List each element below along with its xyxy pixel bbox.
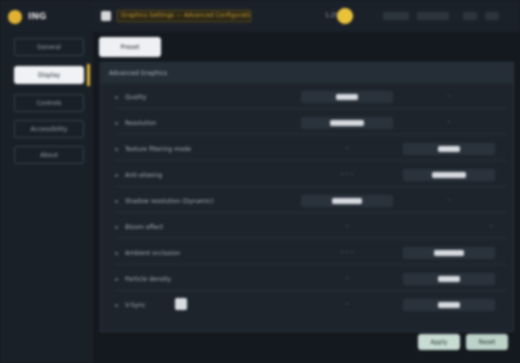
bullet-icon [115,304,118,307]
dash-placeholder: - [489,222,493,230]
settings-row: Shadow resolution (Dynamic) - [115,191,507,213]
settings-row: Anti-aliasing - - - [115,165,507,187]
value-selector[interactable] [403,247,495,259]
dash-placeholder: - [345,222,349,230]
reset-button[interactable]: Reset [466,334,508,350]
settings-row: Bloom effect - - [115,217,507,239]
close-button[interactable] [485,12,499,20]
value-selector[interactable] [301,91,393,103]
dash-placeholder: - [447,92,451,100]
settings-icon [101,11,111,21]
sidebar-item-about[interactable]: About [14,146,84,164]
page-title: Graphics Settings — Advanced Configurati… [101,9,251,23]
bullet-icon [115,96,118,99]
dash-placeholder: - - - [340,248,354,256]
panel-header: Advanced Graphics [101,63,513,83]
profile-button[interactable] [417,12,449,20]
toggle-checkbox[interactable] [175,298,187,310]
dash-placeholder: - [345,300,349,308]
app-logo: ING [8,9,66,25]
logo-text: ING [28,12,47,22]
row-label: Shadow resolution (Dynamic) [125,198,214,205]
title-text: Graphics Settings — Advanced Configurati… [117,10,251,22]
bullet-icon [115,252,118,255]
row-label: Ambient occlusion [125,250,181,257]
dash-placeholder: - [345,144,349,152]
help-button[interactable] [383,12,409,20]
bullet-icon [115,278,118,281]
bullet-icon [115,122,118,125]
row-label: Particle density [125,276,172,283]
settings-row: Texture filtering mode - [115,139,507,161]
dash-placeholder: - [345,274,349,282]
coin-icon [337,8,353,24]
minimize-button[interactable] [463,12,477,20]
sidebar-item-accessibility[interactable]: Accessibility [14,120,84,138]
logo-mark-icon [8,10,22,24]
value-selector[interactable] [301,117,393,129]
settings-row: Ambient occlusion - - - [115,243,507,265]
value-selector[interactable] [403,169,495,181]
settings-row: Particle density - [115,269,507,291]
dash-placeholder: - - - [340,170,354,178]
top-bar: Graphics Settings — Advanced Configurati… [93,0,520,32]
row-label: Quality [125,94,147,101]
sidebar-item-controls[interactable]: Controls [14,94,84,112]
settings-row: Quality - [115,87,507,109]
row-label: Resolution [125,120,157,127]
bullet-icon [115,148,118,151]
tab-bar: Preset [93,32,520,62]
value-selector[interactable] [301,195,393,207]
active-indicator [87,64,90,86]
dash-placeholder: - [447,196,451,204]
settings-panel: Advanced Graphics Quality - Resolution -… [100,62,514,332]
bullet-icon [115,174,118,177]
row-label: Bloom effect [125,224,164,231]
tab-preset[interactable]: Preset [99,37,161,57]
row-label: Anti-aliasing [125,172,163,179]
value-selector[interactable] [403,299,495,311]
settings-row: V-Sync - [115,295,507,316]
row-label: Texture filtering mode [125,146,192,153]
bullet-icon [115,226,118,229]
apply-button[interactable]: Apply [418,334,460,350]
sidebar-item-display[interactable]: Display [14,66,84,84]
sidebar: ING General Display Controls Accessibili… [0,0,93,363]
value-selector[interactable] [403,273,495,285]
dash-placeholder: - [447,118,451,126]
row-label: V-Sync [125,302,146,309]
settings-row: Resolution - [115,113,507,135]
bullet-icon [115,200,118,203]
sidebar-item-general[interactable]: General [14,38,84,56]
value-selector[interactable] [403,143,495,155]
